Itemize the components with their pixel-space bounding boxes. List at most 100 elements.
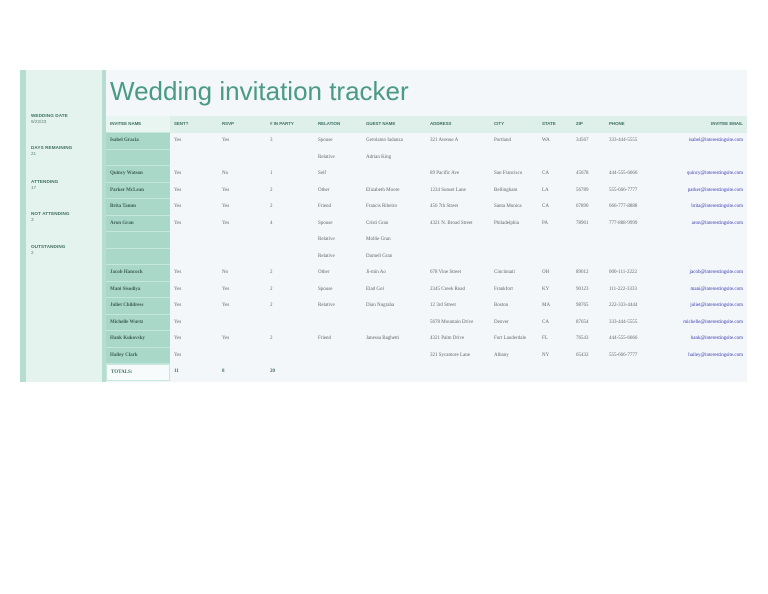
email-link[interactable]: hailey@interestingsite.com [688,348,743,365]
table-cell[interactable]: FL [542,331,548,348]
table-cell[interactable]: Yes [174,216,181,233]
table-cell[interactable]: Spouse [318,216,332,233]
table-cell[interactable]: Parker McLean [106,182,170,199]
table-cell[interactable]: Jacob Hancock [106,265,170,282]
table-cell[interactable]: 111-222-3333 [609,282,637,299]
table-cell[interactable]: Friend [318,331,331,348]
email-link[interactable]: parker@interestingsite.com [688,183,743,200]
table-cell[interactable]: 78901 [576,216,589,233]
table-cell[interactable]: Darnell Gran [366,249,392,266]
table-cell[interactable]: 98765 [576,298,589,315]
table-cell[interactable]: Yes [222,282,229,299]
table-cell[interactable]: No [222,265,228,282]
table-cell[interactable]: Aron Gran [106,215,170,232]
column-header[interactable]: CITY [494,116,504,133]
table-cell[interactable]: Cincinnati [494,265,515,282]
table-cell[interactable]: 34567 [576,133,589,150]
table-cell[interactable]: 1 [270,166,273,183]
table-cell[interactable]: Yes [174,331,181,348]
table-cell[interactable]: 777-888-9999 [609,216,637,233]
table-cell[interactable]: Yes [222,199,229,216]
table-cell[interactable]: 666-777-8888 [609,199,637,216]
table-cell[interactable]: Yes [174,265,181,282]
email-link[interactable]: jacob@interestingsite.com [690,265,743,282]
table-cell[interactable]: 89012 [576,265,589,282]
table-cell[interactable]: 67890 [576,199,589,216]
table-cell[interactable]: Mollie Gran [366,232,391,249]
email-link[interactable]: isabel@interestingsite.com [689,133,743,150]
table-cell[interactable]: 65432 [576,348,589,365]
table-cell[interactable]: Albany [494,348,509,365]
table-cell[interactable]: Janessa Baghetti [366,331,399,348]
table-cell[interactable]: 555-666-7777 [609,348,637,365]
table-cell[interactable]: 4321 Palm Drive [430,331,464,348]
table-cell[interactable]: Yes [174,166,181,183]
table-cell[interactable]: Ji-min Ao [366,265,386,282]
table-cell[interactable]: Yes [222,331,229,348]
table-cell[interactable]: Yes [174,133,181,150]
table-cell[interactable]: 678 Vine Street [430,265,461,282]
table-cell[interactable] [106,149,170,166]
table-cell[interactable]: Boston [494,298,508,315]
table-cell[interactable]: Francis Ribeiro [366,199,397,216]
table-cell[interactable]: Relative [318,150,335,167]
table-cell[interactable]: 321 Sycamore Lane [430,348,470,365]
table-cell[interactable]: 2 [270,298,273,315]
table-cell[interactable]: Elizabeth Moore [366,183,399,200]
table-cell[interactable]: Yes [174,348,181,365]
column-header[interactable]: PHONE [609,116,625,133]
table-cell[interactable]: NY [542,348,549,365]
email-link[interactable]: aron@interestingsite.com [692,216,743,233]
table-cell[interactable]: Hailey Clark [106,347,170,364]
table-cell[interactable]: 45678 [576,166,589,183]
table-cell[interactable]: Portland [494,133,511,150]
table-cell[interactable]: Frankfort [494,282,513,299]
table-cell[interactable]: Fort Lauderdale [494,331,526,348]
column-header[interactable]: INVITEE NAME [106,116,170,133]
table-cell[interactable]: Spouse [318,133,332,150]
table-cell[interactable]: Other [318,265,329,282]
table-cell[interactable]: 456 7th Street [430,199,458,216]
table-cell[interactable]: CA [542,315,549,332]
table-cell[interactable]: Gerolamo Iadanza [366,133,403,150]
column-header[interactable]: ZIP [576,116,583,133]
table-cell[interactable]: 333-444-5555 [609,315,637,332]
table-cell[interactable]: Other [318,183,329,200]
table-cell[interactable]: Denver [494,315,509,332]
table-cell[interactable]: Yes [174,183,181,200]
column-header[interactable]: STATE [542,116,556,133]
table-cell[interactable]: Yes [174,298,181,315]
table-cell[interactable]: Yes [222,183,229,200]
table-cell[interactable]: 89 Pacific Ave [430,166,459,183]
table-cell[interactable]: Cristi Gran [366,216,388,233]
table-cell[interactable]: Santa Monica [494,199,522,216]
table-cell[interactable]: 444-555-6666 [609,331,637,348]
table-cell[interactable]: Brita Tamm [106,199,170,216]
table-cell[interactable]: 2345 Creek Road [430,282,465,299]
table-cell[interactable]: San Francisco [494,166,522,183]
table-cell[interactable]: Michelle Wurtz [106,314,170,331]
table-cell[interactable]: 2 [270,282,273,299]
table-cell[interactable]: Relative [318,298,335,315]
table-cell[interactable]: Hank Kukovsky [106,331,170,348]
table-cell[interactable]: Bellingham [494,183,517,200]
table-cell[interactable]: Adrian King [366,150,391,167]
email-link[interactable]: juliet@interestingsite.com [690,298,743,315]
table-cell[interactable]: 555-666-7777 [609,183,637,200]
table-cell[interactable]: CA [542,166,549,183]
table-cell[interactable]: 90123 [576,282,589,299]
table-cell[interactable]: 3 [270,133,273,150]
email-link[interactable]: brita@interestingsite.com [691,199,743,216]
table-cell[interactable]: Juliet Childress [106,298,170,315]
email-link[interactable]: hank@interestingsite.com [691,331,743,348]
table-cell[interactable]: Isabel Gracia [106,133,170,150]
table-cell[interactable]: 1234 Sunset Lane [430,183,466,200]
table-cell[interactable] [106,232,170,249]
table-cell[interactable]: 000-111-2222 [609,265,637,282]
table-cell[interactable]: 4321 N. Broad Street [430,216,473,233]
table-cell[interactable]: KY [542,282,549,299]
table-cell[interactable]: WA [542,133,550,150]
table-cell[interactable]: Yes [174,199,181,216]
table-cell[interactable]: MA [542,298,550,315]
table-cell[interactable]: 4 [270,216,273,233]
